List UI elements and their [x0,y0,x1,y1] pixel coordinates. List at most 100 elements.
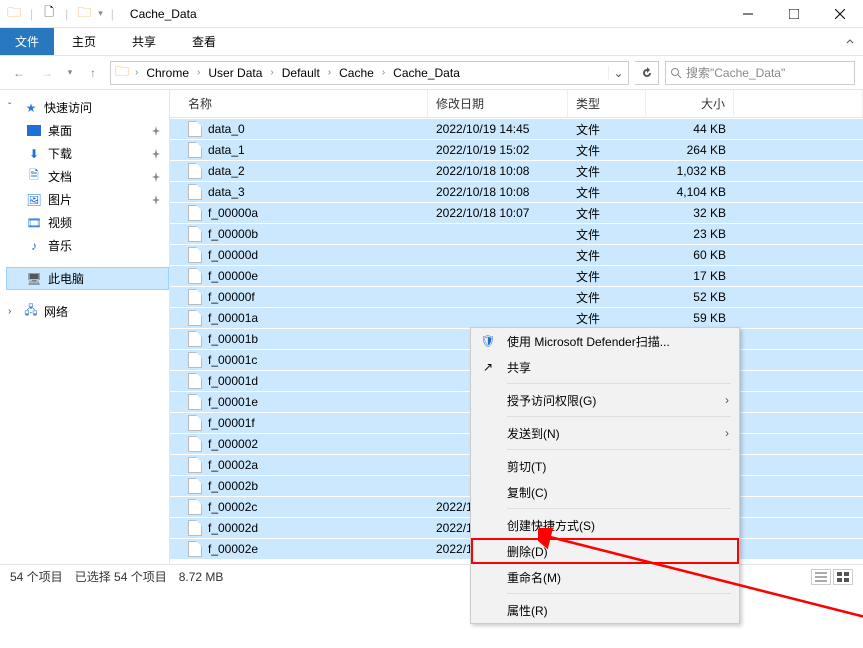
pin-icon [151,172,161,182]
ctx-properties[interactable]: 属性(R) [471,597,739,623]
file-date: 2022/10/19 14:45 [428,122,568,136]
table-row[interactable]: data_22022/10/18 10:08文件1,032 KB [170,160,863,181]
ctx-delete[interactable]: 删除(D) [471,538,739,564]
sidebar-item[interactable]: 🗎文档 [6,165,169,188]
search-icon [670,67,682,79]
table-row[interactable]: f_00000b文件23 KB [170,223,863,244]
file-type: 文件 [568,268,646,285]
breadcrumb-seg[interactable]: Cache [333,66,380,80]
file-size: 1,032 KB [646,164,734,178]
sidebar-item-thispc[interactable]: 🖥 此电脑 [6,267,169,290]
ctx-cut[interactable]: 剪切(T) [471,453,739,479]
table-row[interactable]: data_32022/10/18 10:08文件4,104 KB [170,181,863,202]
file-type: 文件 [568,289,646,306]
ctx-share[interactable]: ↗ 共享 [471,354,739,380]
file-size: 23 KB [646,227,734,241]
pic-icon: 🖼 [26,192,42,208]
folder-small-icon[interactable]: 🗀 [76,6,92,22]
table-row[interactable]: data_02022/10/19 14:45文件44 KB [170,118,863,139]
sidebar-label: 快速访问 [44,99,92,116]
tab-home[interactable]: 主页 [54,28,114,55]
table-row[interactable]: f_00000d文件60 KB [170,244,863,265]
file-icon [188,457,202,473]
shield-icon: 🛡 [479,334,497,348]
table-row[interactable]: f_00000f文件52 KB [170,286,863,307]
pin-icon [151,149,161,159]
table-row[interactable]: f_00000a2022/10/18 10:07文件32 KB [170,202,863,223]
ctx-send-to[interactable]: 发送到(N) › [471,420,739,446]
pin-icon [151,126,161,136]
forward-button[interactable]: → [36,62,58,84]
ctx-sep [507,593,731,594]
file-date: 2022/10/18 10:08 [428,164,568,178]
breadcrumb[interactable]: 🗀 › Chrome› User Data› Default› Cache› C… [110,61,629,85]
file-size: 52 KB [646,290,734,304]
recent-dd-icon[interactable]: ▾ [64,62,76,84]
sidebar-item[interactable]: 桌面 [6,119,169,142]
file-name: f_00002b [208,479,258,493]
table-row[interactable]: f_00001a文件59 KB [170,307,863,328]
close-button[interactable] [817,0,863,28]
ctx-sep [507,416,731,417]
ctx-shortcut[interactable]: 创建快捷方式(S) [471,512,739,538]
file-name: data_3 [208,185,245,199]
file-pane: 名称 修改日期 类型 大小 data_02022/10/19 14:45文件44… [170,90,863,564]
maximize-button[interactable] [771,0,817,28]
file-type: 文件 [568,163,646,180]
table-row[interactable]: data_12022/10/19 15:02文件264 KB [170,139,863,160]
file-name: f_00000e [208,269,258,283]
sidebar-label: 下载 [48,145,72,162]
ctx-rename[interactable]: 重命名(M) [471,564,739,590]
sidebar-item[interactable]: 🎞视频 [6,211,169,234]
table-row[interactable]: f_00000e文件17 KB [170,265,863,286]
ribbon-expand-icon[interactable] [845,28,855,55]
breadcrumb-seg[interactable]: Default [276,66,326,80]
file-icon [188,226,202,242]
file-icon [188,142,202,158]
tab-file[interactable]: 文件 [0,28,54,55]
file-icon [188,436,202,452]
col-name[interactable]: 名称 [180,90,428,117]
sidebar-network[interactable]: › 🖧 网络 [6,300,169,323]
context-menu: 🛡 使用 Microsoft Defender扫描... ↗ 共享 授予访问权限… [470,327,740,624]
minimize-button[interactable] [725,0,771,28]
view-thumbnails-button[interactable] [833,569,853,585]
qat-dropdown-icon[interactable]: ▾ [98,8,103,19]
file-size: 4,104 KB [646,185,734,199]
nav-bar: ← → ▾ ↑ 🗀 › Chrome› User Data› Default› … [0,56,863,90]
view-details-button[interactable] [811,569,831,585]
up-button[interactable]: ↑ [82,62,104,84]
back-button[interactable]: ← [8,62,30,84]
ribbon-tabs: 文件 主页 共享 查看 [0,28,863,56]
file-icon [188,163,202,179]
sidebar-quick-access[interactable]: ˇ ★ 快速访问 [6,96,169,119]
search-placeholder: 搜索"Cache_Data" [686,64,785,81]
file-name: f_00002c [208,500,257,514]
col-type[interactable]: 类型 [568,90,646,117]
window-title: Cache_Data [130,7,197,21]
file-name: f_00001e [208,395,258,409]
file-icon[interactable]: 🗋 [41,6,57,22]
titlebar: 🗀 | 🗋 | 🗀 ▾ | Cache_Data [0,0,863,28]
breadcrumb-dd-icon[interactable]: ⌄ [608,66,628,80]
file-type: 文件 [568,142,646,159]
tab-share[interactable]: 共享 [114,28,174,55]
file-name: f_00001f [208,416,255,430]
search-input[interactable]: 搜索"Cache_Data" [665,61,855,85]
breadcrumb-seg[interactable]: Chrome [140,66,195,80]
breadcrumb-seg[interactable]: Cache_Data [387,66,466,80]
file-size: 264 KB [646,143,734,157]
ctx-copy[interactable]: 复制(C) [471,479,739,505]
network-icon: 🖧 [23,304,39,320]
refresh-button[interactable] [635,61,659,85]
file-name: f_00002d [208,521,258,535]
tab-view[interactable]: 查看 [174,28,234,55]
ctx-scan[interactable]: 🛡 使用 Microsoft Defender扫描... [471,328,739,354]
col-date[interactable]: 修改日期 [428,90,568,117]
sidebar-item[interactable]: ♪音乐 [6,234,169,257]
breadcrumb-seg[interactable]: User Data [202,66,268,80]
ctx-grant-access[interactable]: 授予访问权限(G) › [471,387,739,413]
sidebar-item[interactable]: 🖼图片 [6,188,169,211]
col-size[interactable]: 大小 [646,90,734,117]
sidebar-item[interactable]: ⬇下载 [6,142,169,165]
